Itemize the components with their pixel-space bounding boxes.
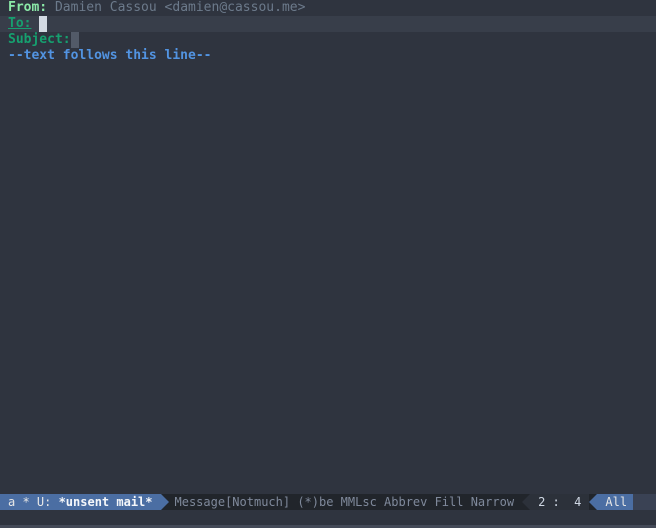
from-label: From:	[8, 0, 47, 15]
inactive-cursor-mark	[71, 32, 79, 48]
powerline-arrow-left-icon	[589, 494, 597, 510]
modeline-end-segment	[633, 494, 656, 510]
to-label: To:	[8, 16, 31, 31]
modeline-buffer-name: *unsent mail*	[59, 494, 153, 510]
powerline-arrow-right-icon	[161, 494, 169, 510]
modeline-position: 2 : 4	[530, 494, 589, 510]
mode-line: a * U: *unsent mail* Message[Notmuch] (*…	[0, 494, 656, 510]
modeline-prefix: a * U:	[8, 494, 59, 510]
modeline-modes[interactable]: Message[Notmuch] (*)be MMLsc Abbrev Fill…	[169, 494, 523, 510]
subject-label: Subject:	[8, 32, 71, 47]
modeline-buffer-segment[interactable]: a * U: *unsent mail*	[0, 494, 161, 510]
header-body-separator: --text follows this line--	[0, 48, 656, 64]
modeline-percent: All	[597, 494, 633, 510]
from-value: Damien Cassou <damien@cassou.me>	[55, 0, 305, 15]
text-cursor	[39, 16, 47, 32]
subject-header-line[interactable]: Subject:	[0, 32, 656, 48]
to-header-line[interactable]: To:	[0, 16, 656, 32]
powerline-arrow-left-icon	[522, 494, 530, 510]
from-header-line: From: Damien Cassou <damien@cassou.me>	[0, 0, 656, 16]
compose-buffer[interactable]: From: Damien Cassou <damien@cassou.me> T…	[0, 0, 656, 528]
